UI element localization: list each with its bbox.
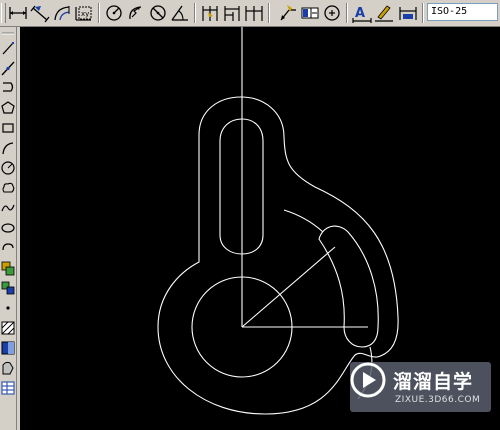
toolbar-separator <box>98 3 100 23</box>
toolbar-grip[interactable] <box>1 3 6 23</box>
ellipse-arc-icon <box>2 243 14 251</box>
insert-block-icon <box>1 261 15 276</box>
ellipse-icon <box>1 223 15 233</box>
dimension-text-edit-button[interactable] <box>373 2 395 24</box>
baseline-dimension-button[interactable] <box>221 2 243 24</box>
watermark: 溜溜自学 ZIXUE.3D66.COM <box>350 362 491 412</box>
rectangle-icon <box>2 123 14 133</box>
circle-icon <box>1 161 15 175</box>
dimension-edit-icon: A <box>352 6 372 23</box>
make-block-icon <box>1 281 15 295</box>
polygon-tool-button[interactable] <box>0 99 16 117</box>
revision-cloud-tool-button[interactable] <box>0 179 16 197</box>
ordinate-dimension-icon: xy <box>75 6 92 21</box>
dimension-style-select[interactable]: ISO-25 <box>427 3 498 21</box>
dimension-edit-button[interactable]: A <box>351 2 373 24</box>
toolbar-separator <box>422 3 424 23</box>
svg-text:xy: xy <box>81 10 89 18</box>
table-tool-button[interactable] <box>0 379 16 397</box>
radius-dimension-button[interactable] <box>103 2 125 24</box>
ellipse-tool-button[interactable] <box>0 219 16 237</box>
arc-tool-button[interactable] <box>0 139 16 157</box>
region-tool-button[interactable] <box>0 359 16 377</box>
radius-dimension-icon <box>106 5 122 21</box>
quick-leader-icon <box>280 5 296 21</box>
line-icon <box>2 42 14 55</box>
table-icon <box>1 381 15 395</box>
diameter-dimension-button[interactable] <box>147 2 169 24</box>
circle-tool-button[interactable] <box>0 159 16 177</box>
ordinate-dimension-button[interactable]: xy <box>73 2 95 24</box>
angular-dimension-button[interactable] <box>169 2 191 24</box>
continue-dimension-button[interactable] <box>243 2 265 24</box>
toolbar-separator <box>346 3 348 23</box>
dimension-text-edit-icon <box>375 5 393 22</box>
linear-dimension-button[interactable] <box>7 2 29 24</box>
quick-leader-button[interactable] <box>277 2 299 24</box>
toolbar-separator <box>268 3 270 23</box>
polygon-icon <box>1 101 15 114</box>
diameter-dimension-icon <box>150 5 166 21</box>
arc-icon <box>2 142 14 155</box>
center-mark-button[interactable] <box>321 2 343 24</box>
tolerance-icon <box>301 7 319 19</box>
baseline-dimension-icon <box>224 6 240 21</box>
line-tool-button[interactable] <box>0 39 16 57</box>
draw-toolbar <box>0 27 17 430</box>
dimension-update-button[interactable] <box>397 2 419 24</box>
region-icon <box>2 361 14 375</box>
ellipse-arc-tool-button[interactable] <box>0 239 16 257</box>
drawing-canvas[interactable]: 溜溜自学 ZIXUE.3D66.COM <box>20 27 500 430</box>
point-icon <box>6 306 10 310</box>
tolerance-button[interactable] <box>299 2 321 24</box>
watermark-logo-icon <box>350 362 386 398</box>
dimension-style-value: ISO-25 <box>431 6 468 17</box>
revision-cloud-icon <box>2 182 15 193</box>
construction-line-tool-button[interactable] <box>0 59 16 77</box>
point-tool-button[interactable] <box>0 299 16 317</box>
center-mark-icon <box>324 5 340 21</box>
jogged-dimension-icon <box>129 6 142 20</box>
diagonal-construction-line <box>241 246 336 328</box>
dimension-toolbar: xy A ISO-25 <box>0 0 500 27</box>
linear-dimension-icon <box>9 7 27 19</box>
gradient-tool-button[interactable] <box>0 339 16 357</box>
toolbar-separator <box>194 3 196 23</box>
rectangle-tool-button[interactable] <box>0 119 16 137</box>
svg-text:A: A <box>355 6 365 21</box>
arc-length-dimension-button[interactable] <box>51 2 73 24</box>
quick-dimension-icon <box>202 6 218 21</box>
polyline-tool-button[interactable] <box>0 79 16 97</box>
construction-line-icon <box>1 61 15 76</box>
make-block-tool-button[interactable] <box>0 279 16 297</box>
angular-dimension-icon <box>171 5 188 21</box>
gradient-icon <box>1 341 15 355</box>
watermark-title: 溜溜自学 <box>393 371 474 393</box>
continue-dimension-icon <box>245 6 263 21</box>
jogged-dimension-button[interactable] <box>125 2 147 24</box>
hatch-icon <box>1 321 15 335</box>
dimension-update-icon <box>399 7 417 20</box>
watermark-url: ZIXUE.3D66.COM <box>395 395 481 405</box>
insert-block-tool-button[interactable] <box>0 259 16 277</box>
polyline-icon <box>3 82 14 92</box>
hatch-tool-button[interactable] <box>0 319 16 337</box>
spline-tool-button[interactable] <box>0 199 16 217</box>
partial-arc <box>283 209 324 233</box>
aligned-dimension-button[interactable] <box>29 2 51 24</box>
aligned-dimension-icon <box>30 5 50 23</box>
arc-length-dimension-icon <box>54 6 70 21</box>
curved-slot <box>318 225 379 348</box>
quick-dimension-button[interactable] <box>199 2 221 24</box>
spline-icon <box>1 204 15 212</box>
